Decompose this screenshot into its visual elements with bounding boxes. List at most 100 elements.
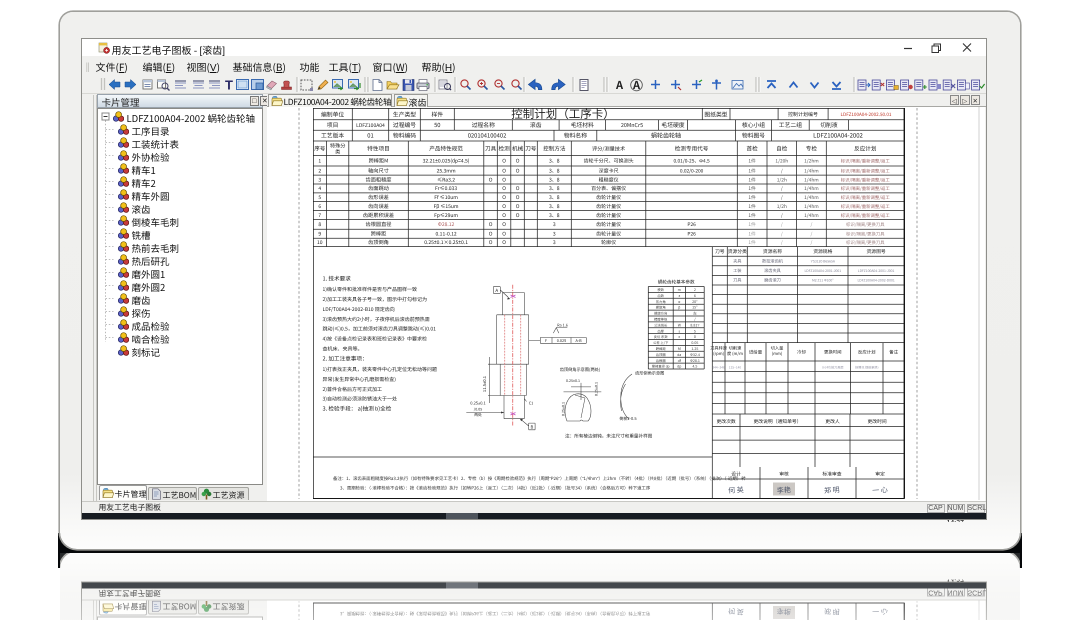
svg-text:0.25±0.1: 0.25±0.1 [470, 400, 486, 406]
svg-text:O: O [502, 230, 506, 237]
svg-text:20MnCr5: 20MnCr5 [621, 121, 643, 129]
svg-text:0.25±0.1: 0.25±0.1 [562, 402, 567, 416]
svg-text:齿形误差: 齿形误差 [368, 194, 389, 201]
svg-text:核心小组: 核心小组 [742, 120, 765, 129]
svg-text:3)滚齿预热大约2小时，子夜停机后滚齿前预热需: 3)滚齿预热大约2小时，子夜停机后滚齿前预热需 [323, 315, 430, 322]
svg-text:2. 加工注意事项：: 2. 加工注意事项： [323, 354, 368, 362]
svg-text:进给量: 进给量 [749, 349, 763, 355]
svg-text:50: 50 [434, 120, 440, 129]
svg-text:Fp≤29um: Fp≤29um [434, 211, 458, 218]
svg-text:Φ32.4: Φ32.4 [690, 352, 700, 357]
svg-text:x: x [679, 335, 681, 340]
svg-text:Ra 1.6: Ra 1.6 [557, 323, 568, 328]
svg-text:/: / [781, 167, 783, 174]
svg-text:齿顶圆: 齿顶圆 [656, 351, 667, 356]
svg-text:Φ28.1: Φ28.1 [690, 358, 700, 363]
svg-text:1: 1 [319, 157, 322, 164]
svg-text:O: O [516, 194, 520, 201]
svg-text:公差 上/下: 公差 上/下 [653, 340, 669, 345]
svg-text:何 英: 何 英 [728, 484, 744, 495]
svg-text:百分表、偏摆仪: 百分表、偏摆仪 [591, 185, 626, 192]
svg-text:专检: 专检 [806, 144, 818, 152]
svg-text:0.25±0.1: 0.25±0.1 [595, 382, 600, 396]
svg-text:模数: 模数 [658, 287, 665, 292]
svg-text:O: O [489, 230, 493, 237]
svg-text:344~346: 344~346 [713, 364, 726, 369]
svg-text:3、周期检验：（·滚棒检验不合格）：按《滚齿检验规范》执行（: 3、周期检验：（·滚棒检验不合格）：按《滚齿检验规范》执行（如转P26上（返工）… [340, 485, 651, 491]
svg-text:/: / [781, 211, 783, 218]
svg-text:O: O [502, 185, 506, 192]
svg-text:物料图号: 物料图号 [742, 130, 765, 139]
svg-text:变位 系数: 变位 系数 [654, 334, 669, 339]
svg-text:查机床、夹具等。: 查机床、夹具等。 [323, 345, 363, 352]
svg-text:O: O [516, 157, 520, 164]
svg-text:/: / [781, 221, 783, 228]
svg-text:3、8: 3、8 [549, 176, 560, 183]
svg-text:O: O [489, 221, 493, 228]
svg-text:刀具: 刀具 [485, 144, 497, 152]
svg-text:压力角: 压力角 [656, 298, 666, 303]
svg-text:2)加工工装夹具各子号一致，图示中打勾标记为: 2)加工工装夹具各子号一致，图示中打勾标记为 [323, 296, 427, 303]
svg-text:3)自动检测必须涂防锈油大于一处: 3)自动检测必须涂防锈油大于一处 [323, 395, 397, 402]
svg-text:齿轮计量仪: 齿轮计量仪 [596, 221, 621, 228]
svg-text:3、8: 3、8 [549, 211, 560, 218]
svg-text:(mm): (mm) [772, 351, 783, 357]
svg-text:齿形倒角示意图: 齿形倒角示意图 [635, 370, 664, 376]
svg-text:冷却: 冷却 [797, 349, 806, 355]
svg-text:齿根圆: 齿根圆 [656, 357, 667, 362]
svg-text:Fr≤0.033: Fr≤0.033 [435, 185, 457, 192]
svg-text:深度卡尺: 深度卡尺 [599, 167, 619, 174]
svg-text:da: da [677, 352, 681, 357]
svg-text:01: 01 [367, 130, 373, 139]
svg-text:M2 Z11 Φ100°: M2 Z11 Φ100° [812, 277, 834, 282]
svg-text:跨棒距: 跨棒距 [371, 230, 387, 237]
svg-text:齿顶倒角: 齿顶倒角 [368, 239, 389, 246]
svg-text:异常(发生异常中心孔磨损需检查): 异常(发生异常中心孔磨损需检查) [323, 375, 397, 382]
svg-text:齿厚: 齿厚 [658, 328, 665, 333]
svg-text:序号: 序号 [314, 144, 326, 152]
svg-text:LDFZ100A04-2001-J001: LDFZ100A04-2001-J001 [805, 268, 842, 273]
svg-text:1/4hm: 1/4hm [804, 211, 819, 218]
svg-text:4: 4 [319, 185, 322, 192]
svg-text:螺旋方向: 螺旋方向 [654, 310, 667, 315]
svg-text:1件: 1件 [749, 239, 757, 246]
svg-text:1.25: 1.25 [692, 347, 699, 352]
svg-text:注：所有棱边倒钝，未注尺寸和重量补样图: 注：所有棱边倒钝，未注尺寸和重量补样图 [565, 433, 653, 439]
svg-text:刀号: 刀号 [715, 248, 725, 255]
svg-text:跨棒距M: 跨棒距M [369, 157, 389, 164]
svg-text:5: 5 [694, 329, 696, 334]
svg-text:跳动(≤)0.5，加工前须对滚齿刀具调整跳动(≤)0.01: 跳动(≤)0.5，加工前须对滚齿刀具调整跳动(≤)0.01 [323, 325, 437, 332]
svg-text:O: O [489, 239, 493, 246]
svg-text:控制计划（工序卡）: 控制计划（工序卡） [511, 108, 615, 122]
svg-text:O: O [502, 167, 506, 174]
svg-text:标识/隔离/重新调整/返工: 标识/隔离/重新调整/返工 [841, 168, 891, 174]
svg-text:工装: 工装 [733, 268, 742, 274]
svg-text:齿面跳动: 齿面跳动 [368, 185, 389, 192]
svg-text:齿向误差: 齿向误差 [368, 202, 389, 209]
svg-text:LDFZ100A04: LDFZ100A04 [356, 122, 385, 129]
svg-text:1/20h: 1/20h [776, 157, 789, 164]
svg-text:0.05: 0.05 [692, 341, 699, 346]
svg-text:/: / [811, 239, 813, 246]
svg-text:磨齿滚刀: 磨齿滚刀 [764, 277, 781, 283]
svg-text:损情况 提前更换): 损情况 提前更换) [855, 364, 878, 369]
svg-text:李艳: 李艳 [777, 485, 792, 496]
svg-text:1件: 1件 [749, 202, 757, 209]
svg-text:9: 9 [319, 230, 322, 237]
svg-text:0.11-0.12: 0.11-0.12 [436, 230, 457, 237]
svg-text:O: O [516, 202, 520, 209]
svg-text:4)按《设备点检记录表和班检记录表》中要求检: 4)按《设备点检记录表和班检记录表》中要求检 [323, 335, 427, 342]
svg-text:B: B [531, 424, 534, 430]
svg-text:1件: 1件 [749, 176, 757, 183]
svg-text:A: A [496, 288, 499, 294]
svg-text:数控滚齿机: 数控滚齿机 [762, 258, 784, 264]
svg-text:齿轮计量仪: 齿轮计量仪 [596, 194, 621, 201]
svg-text:3: 3 [553, 230, 556, 237]
svg-text:毛坯硬度: 毛坯硬度 [662, 120, 685, 129]
svg-text:物料编码: 物料编码 [393, 130, 416, 139]
svg-text:A: A [614, 77, 623, 93]
svg-text:1/4hm: 1/4hm [804, 176, 819, 183]
svg-text:齿顶倒角示意图(两处): 齿顶倒角示意图(两处) [560, 366, 601, 372]
svg-text:量棒直径 dp: 量棒直径 dp [652, 363, 670, 368]
svg-text:020104100402: 020104100402 [468, 130, 507, 139]
